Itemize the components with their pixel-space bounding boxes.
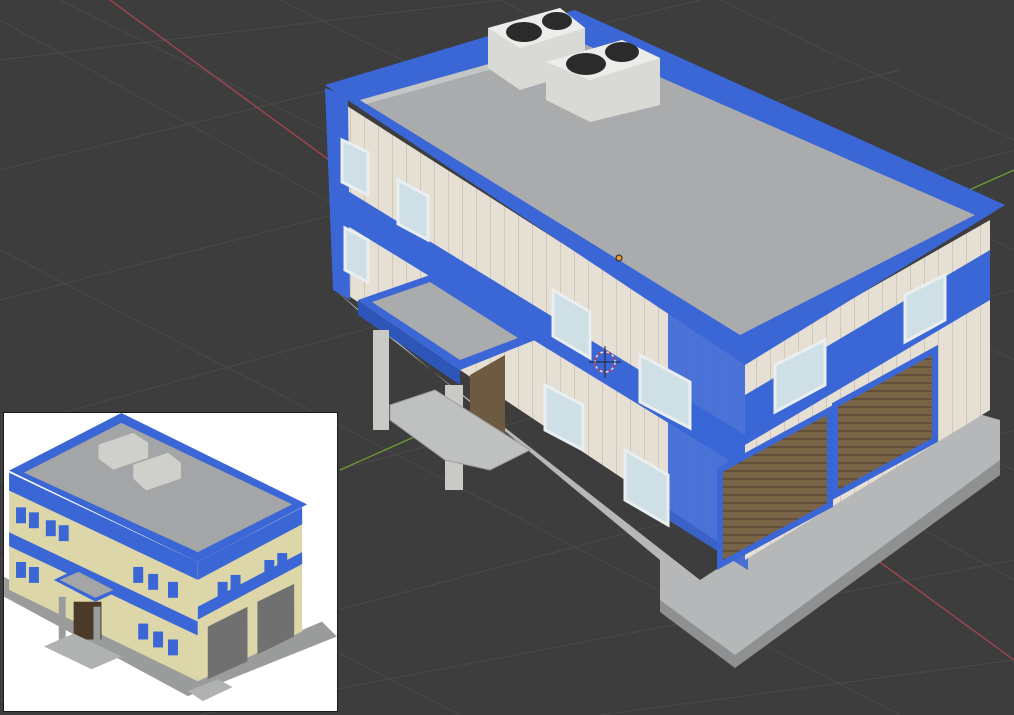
reference-image: [3, 412, 338, 712]
origin-point[interactable]: [615, 254, 623, 262]
building-model[interactable]: [325, 8, 1005, 668]
canopy-pillar-left: [373, 330, 389, 430]
ref-pillar-left: [58, 596, 66, 642]
